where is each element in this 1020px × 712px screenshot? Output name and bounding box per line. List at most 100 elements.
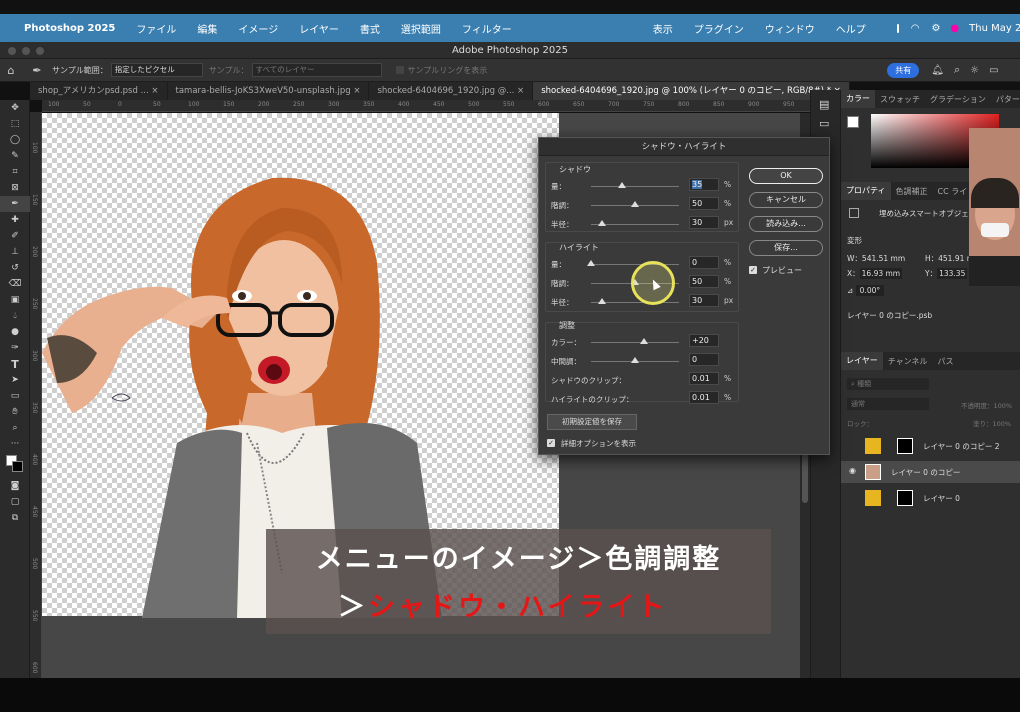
tab-channels[interactable]: チャンネル xyxy=(883,356,933,367)
bulb-icon[interactable]: ☼ xyxy=(970,65,979,76)
shape-tool-icon[interactable]: ▭ xyxy=(0,388,30,404)
marquee-tool-icon[interactable]: ⬚ xyxy=(0,116,30,132)
shadow-value-input[interactable]: 50 xyxy=(689,197,719,210)
tab-doc-active[interactable]: shocked-6404696_1920.jpg @ 100% (レイヤー 0 … xyxy=(533,82,850,100)
quick-mask-icon[interactable]: ◙ xyxy=(0,478,30,494)
pen-tool-icon[interactable]: ✑ xyxy=(0,340,30,356)
app-name-menu[interactable]: Photoshop 2025 xyxy=(24,23,115,34)
clip-value-input[interactable]: 0.01 xyxy=(689,372,719,385)
tab-adjustments[interactable]: 色調補正 xyxy=(891,186,933,197)
layer-visibility-off-icon[interactable] xyxy=(849,441,859,451)
quick-select-tool-icon[interactable]: ✎ xyxy=(0,148,30,164)
tab-layers[interactable]: レイヤー xyxy=(841,352,883,370)
shadow-value-input[interactable]: 30 xyxy=(689,216,719,229)
stamp-tool-icon[interactable]: ⊥ xyxy=(0,244,30,260)
layer-filter-select[interactable]: ⌕ 種類 xyxy=(847,378,929,390)
sample-size-select[interactable]: 指定したピクセル xyxy=(110,63,203,77)
close-window-icon[interactable] xyxy=(8,47,16,55)
w-field[interactable]: W：541.51 mm xyxy=(847,253,905,264)
menu-edit[interactable]: 編集 xyxy=(197,21,217,36)
battery-icon[interactable] xyxy=(896,23,899,33)
generative-icon[interactable]: ⧉ xyxy=(0,510,30,526)
adjust-value-input[interactable]: 0 xyxy=(689,353,719,366)
zoom-tool-icon[interactable]: ⌕ xyxy=(0,420,30,436)
gradient-tool-icon[interactable]: ▣ xyxy=(0,292,30,308)
fill-field[interactable]: 塗り：100% xyxy=(973,418,1011,428)
path-select-icon[interactable]: ➤ xyxy=(0,372,30,388)
x-field[interactable]: X： 16.93 mm xyxy=(847,268,903,279)
crop-tool-icon[interactable]: ⌗ xyxy=(0,164,30,180)
show-more-checkbox[interactable]: ✓ xyxy=(547,439,555,447)
highlight-value-input[interactable]: 30 xyxy=(689,294,719,307)
preview-checkbox[interactable]: ✓ xyxy=(749,266,757,274)
tab-doc-2[interactable]: tamara-bellis-JoKS3XweV50-unsplash.jpg × xyxy=(168,82,370,100)
menu-plugins[interactable]: プラグイン xyxy=(694,21,744,36)
layer-row-selected[interactable]: ◉ レイヤー 0 のコピー xyxy=(841,461,1020,483)
menu-image[interactable]: イメージ xyxy=(238,21,278,36)
shadow-slider-thumb[interactable] xyxy=(617,182,626,188)
tab-swatches[interactable]: スウォッチ xyxy=(875,94,925,105)
menu-window[interactable]: ウィンドウ xyxy=(765,21,815,36)
adjust-slider-track[interactable] xyxy=(591,342,679,343)
tab-pattern[interactable]: パターン xyxy=(991,94,1020,105)
dodge-tool-icon[interactable]: ● xyxy=(0,324,30,340)
save-button[interactable]: 保存... xyxy=(749,240,823,256)
hand-tool-icon[interactable]: ✋︎ xyxy=(0,404,30,420)
load-button[interactable]: 読み込み... xyxy=(749,216,823,232)
layer-visibility-off-icon[interactable] xyxy=(849,493,859,503)
share-button[interactable]: 共有 xyxy=(887,62,920,78)
adjust-slider-thumb[interactable] xyxy=(639,338,648,344)
home-icon[interactable]: ⌂ xyxy=(0,64,22,77)
zoom-window-icon[interactable] xyxy=(36,47,44,55)
highlight-slider-thumb[interactable] xyxy=(587,260,595,266)
sample-ring-checkbox[interactable] xyxy=(395,66,404,74)
healing-brush-icon[interactable]: ✚ xyxy=(0,212,30,228)
tab-cc-libraries[interactable]: CC ライ xyxy=(933,186,973,197)
tab-properties[interactable]: プロパティ xyxy=(841,182,891,200)
more-tools-icon[interactable]: ··· xyxy=(0,436,30,452)
eye-icon[interactable]: ◉ xyxy=(849,466,856,475)
menu-help[interactable]: ヘルプ xyxy=(836,21,866,36)
clock[interactable]: Thu May 29 16:43 xyxy=(969,23,1020,34)
eraser-tool-icon[interactable]: ⌫ xyxy=(0,276,30,292)
minimize-window-icon[interactable] xyxy=(22,47,30,55)
tab-gradient[interactable]: グラデーション xyxy=(925,94,991,105)
move-tool-icon[interactable]: ✥ xyxy=(0,100,30,116)
blend-mode-select[interactable]: 通常 xyxy=(847,398,929,410)
brush-tool-icon[interactable]: ✐ xyxy=(0,228,30,244)
highlight-value-input[interactable]: 50 xyxy=(689,275,719,288)
lasso-tool-icon[interactable]: ◯ xyxy=(0,132,30,148)
tab-color[interactable]: カラー xyxy=(841,90,875,108)
type-tool-icon[interactable]: T xyxy=(0,356,30,372)
save-defaults-button[interactable]: 初期設定値を保存 xyxy=(547,414,637,430)
clip-value-input[interactable]: 0.01 xyxy=(689,391,719,404)
layer-row[interactable]: レイヤー 0 xyxy=(841,487,1020,509)
wifi-icon[interactable]: ◠ xyxy=(911,23,920,34)
comment-panel-icon[interactable]: ▭ xyxy=(819,117,840,130)
history-panel-icon[interactable]: ▤ xyxy=(819,98,840,111)
opacity-field[interactable]: 不透明度：100% xyxy=(961,400,1012,410)
eyedropper-tool-icon[interactable]: ✒ xyxy=(22,64,52,77)
color-swatch-icon[interactable] xyxy=(0,452,30,478)
bell-icon[interactable]: 🔔︎ xyxy=(931,65,944,76)
workspace-icon[interactable]: ▭ xyxy=(989,65,998,76)
menu-select[interactable]: 選択範囲 xyxy=(401,21,441,36)
menu-filter[interactable]: フィルター xyxy=(462,21,512,36)
menu-file[interactable]: ファイル xyxy=(136,21,176,36)
shadow-slider-thumb[interactable] xyxy=(631,201,639,207)
highlight-value-input[interactable]: 0 xyxy=(689,256,719,269)
highlight-slider-thumb[interactable] xyxy=(597,298,606,304)
tab-doc-3[interactable]: shocked-6404696_1920.jpg @... × xyxy=(369,82,534,100)
control-center-icon[interactable]: ⚙ xyxy=(931,23,940,34)
cancel-button[interactable]: キャンセル xyxy=(749,192,823,208)
menu-type[interactable]: 書式 xyxy=(360,21,380,36)
screen-mode-icon[interactable]: ▢ xyxy=(0,494,30,510)
siri-icon[interactable]: ● xyxy=(950,23,959,34)
angle-field[interactable]: ⊿ 0.00° xyxy=(847,285,885,296)
y-field[interactable]: Y： 133.35 xyxy=(925,268,968,279)
sample-select[interactable]: すべてのレイヤー xyxy=(251,63,382,77)
menu-view[interactable]: 表示 xyxy=(653,21,673,36)
layer-row[interactable]: レイヤー 0 のコピー 2 xyxy=(841,435,1020,457)
search-icon[interactable]: ⌕ xyxy=(954,63,960,77)
shadow-slider-track[interactable] xyxy=(591,186,679,187)
